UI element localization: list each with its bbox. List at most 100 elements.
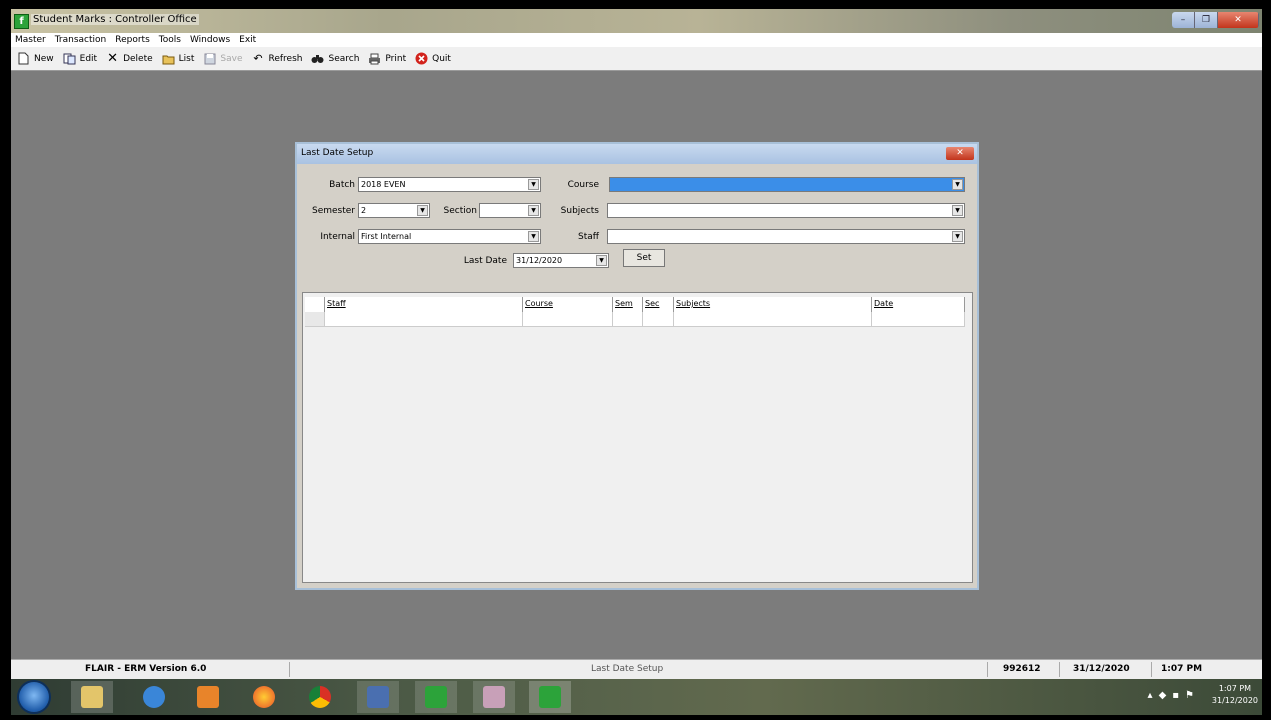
refresh-button[interactable]: ↶ Refresh (251, 52, 302, 65)
minimize-icon[interactable]: – (1172, 12, 1195, 28)
semester-combo[interactable]: 2 ▼ (358, 203, 430, 218)
quit-label: Quit (432, 53, 451, 64)
save-disk-icon (203, 52, 216, 65)
delete-button[interactable]: ✕ Delete (106, 51, 153, 66)
internal-label: Internal (320, 232, 355, 242)
chevron-down-icon[interactable]: ▼ (952, 205, 963, 216)
taskbar-flair-2[interactable] (529, 681, 571, 713)
cell-course[interactable] (523, 312, 613, 326)
column-header-sec[interactable]: Sec (643, 297, 674, 312)
new-button[interactable]: New (17, 52, 54, 65)
batch-label: Batch (329, 180, 355, 190)
menu-master[interactable]: Master (15, 35, 46, 45)
chevron-down-icon[interactable]: ▼ (952, 179, 963, 190)
column-header-course[interactable]: Course (523, 297, 613, 312)
column-header-date[interactable]: Date (872, 297, 965, 312)
grid-header: Staff Course Sem Sec Subjects Date (305, 297, 965, 313)
chevron-down-icon[interactable]: ▼ (528, 205, 539, 216)
taskbar: ▴◆▪⚑ 1:07 PM 31/12/2020 (11, 679, 1262, 715)
quit-button[interactable]: Quit (415, 52, 451, 65)
subjects-label: Subjects (560, 206, 599, 216)
taskbar-app-2[interactable] (473, 681, 515, 713)
taskbar-flair-1[interactable] (415, 681, 457, 713)
menu-reports[interactable]: Reports (115, 35, 150, 45)
menu-bar: Master Transaction Reports Tools Windows… (11, 33, 1262, 47)
semester-label: Semester (311, 206, 355, 216)
list-label: List (178, 53, 195, 64)
new-label: New (34, 53, 54, 64)
print-button[interactable]: Print (368, 52, 406, 65)
taskbar-app-window[interactable] (357, 681, 399, 713)
print-label: Print (385, 53, 407, 64)
status-form-name: Last Date Setup (591, 664, 664, 674)
window-title-bar[interactable]: f Student Marks : Controller Office – ❐ … (11, 9, 1262, 33)
status-time: 1:07 PM (1161, 664, 1203, 674)
folder-open-icon (162, 52, 175, 65)
set-button[interactable]: Set (623, 249, 665, 267)
row-selector-header (305, 297, 325, 312)
edit-icon (63, 52, 76, 65)
column-header-staff[interactable]: Staff (325, 297, 523, 312)
status-divider (987, 662, 988, 677)
batch-combo[interactable]: 2018 EVEN ▼ (358, 177, 541, 192)
chevron-down-icon[interactable]: ▼ (952, 231, 963, 242)
section-label: Section (443, 206, 477, 216)
screen: f Student Marks : Controller Office – ❐ … (11, 9, 1262, 715)
refresh-arrow-icon: ↶ (253, 52, 263, 65)
delete-label: Delete (123, 53, 153, 64)
table-row[interactable] (305, 312, 965, 327)
last-date-picker[interactable]: 31/12/2020 ▼ (513, 253, 609, 268)
chevron-down-icon[interactable]: ▼ (596, 255, 607, 266)
binoculars-icon (311, 52, 324, 65)
clock-time: 1:07 PM (1218, 684, 1252, 693)
list-button[interactable]: List (162, 52, 195, 65)
status-version: FLAIR - ERM Version 6.0 (85, 664, 207, 674)
close-icon[interactable]: ✕ (1218, 12, 1259, 28)
search-button[interactable]: Search (311, 52, 359, 65)
taskbar-explorer[interactable] (71, 681, 113, 713)
taskbar-ie[interactable] (133, 681, 175, 713)
chevron-down-icon[interactable]: ▼ (528, 179, 539, 190)
taskbar-chrome[interactable] (299, 681, 341, 713)
cell-sem[interactable] (613, 312, 643, 326)
cell-sec[interactable] (643, 312, 674, 326)
chevron-down-icon[interactable]: ▼ (528, 231, 539, 242)
edit-label: Edit (79, 53, 98, 64)
save-label: Save (220, 53, 243, 64)
flair-f-icon (425, 686, 447, 708)
row-selector[interactable] (305, 312, 325, 326)
menu-exit[interactable]: Exit (239, 35, 256, 45)
taskbar-clock[interactable]: 1:07 PM 31/12/2020 (1212, 683, 1258, 707)
internal-combo[interactable]: First Internal ▼ (358, 229, 541, 244)
dialog-title-bar[interactable]: Last Date Setup ✕ (297, 144, 977, 164)
cell-subjects[interactable] (674, 312, 872, 326)
last-date-value: 31/12/2020 (516, 256, 563, 265)
last-date-setup-dialog: Last Date Setup ✕ Batch 2018 EVEN ▼ Cour… (295, 142, 979, 590)
taskbar-firefox[interactable] (243, 681, 285, 713)
section-combo[interactable]: ▼ (479, 203, 541, 218)
staff-combo[interactable]: ▼ (607, 229, 965, 244)
cell-staff[interactable] (325, 312, 523, 326)
cell-date[interactable] (872, 312, 965, 326)
dialog-close-icon[interactable]: ✕ (946, 147, 974, 160)
menu-tools[interactable]: Tools (159, 35, 181, 45)
menu-windows[interactable]: Windows (190, 35, 230, 45)
new-document-icon (17, 52, 30, 65)
last-date-grid[interactable]: Staff Course Sem Sec Subjects Date (302, 292, 973, 583)
course-combo[interactable]: ▼ (609, 177, 965, 192)
refresh-label: Refresh (268, 53, 303, 64)
firefox-icon (253, 686, 275, 708)
window-title: Student Marks : Controller Office (31, 14, 199, 25)
column-header-sem[interactable]: Sem (613, 297, 643, 312)
column-header-subjects[interactable]: Subjects (674, 297, 872, 312)
edit-button[interactable]: Edit (63, 52, 97, 65)
system-tray-icons[interactable]: ▴◆▪⚑ (1148, 690, 1200, 701)
app-icon (483, 686, 505, 708)
taskbar-media-player[interactable] (187, 681, 229, 713)
start-orb-icon[interactable] (19, 682, 49, 712)
semester-value: 2 (361, 206, 367, 215)
menu-transaction[interactable]: Transaction (55, 35, 107, 45)
restore-icon[interactable]: ❐ (1195, 12, 1218, 28)
save-button[interactable]: Save (203, 52, 242, 65)
subjects-combo[interactable]: ▼ (607, 203, 965, 218)
